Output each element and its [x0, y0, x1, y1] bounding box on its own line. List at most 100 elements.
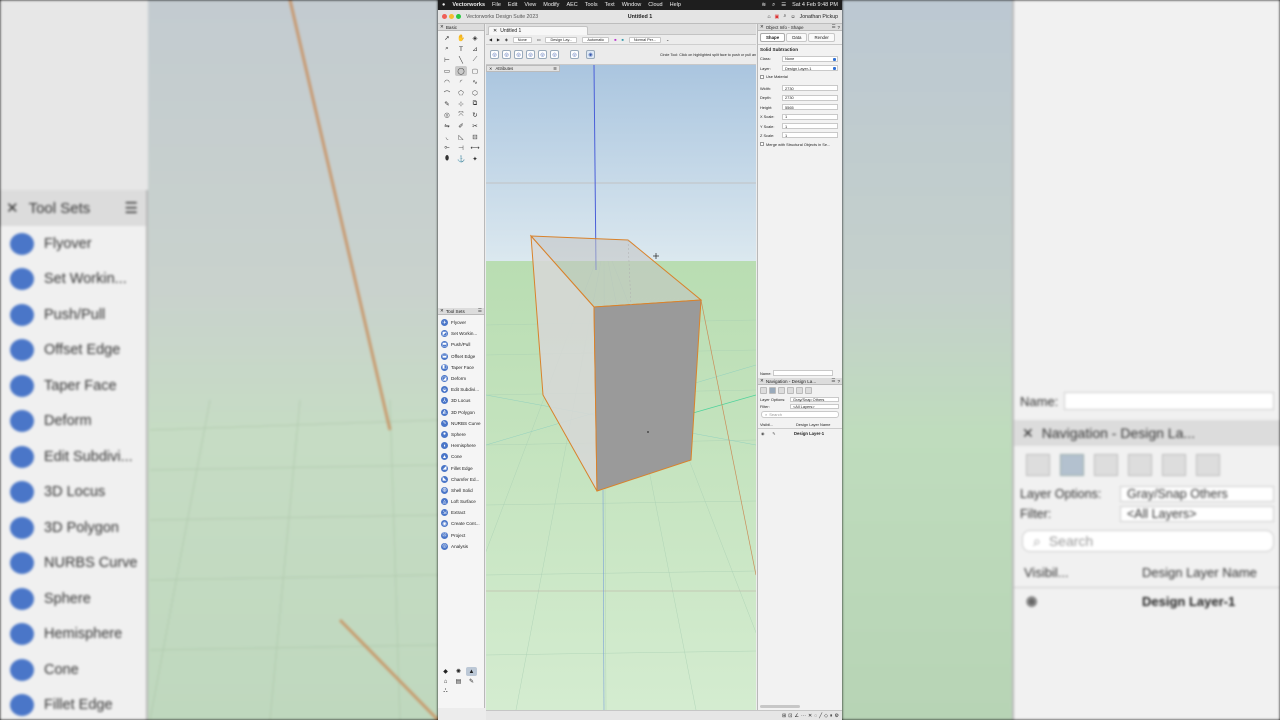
control-center-icon[interactable]: ☰	[781, 2, 786, 8]
selection-tool-icon[interactable]: ➚	[441, 33, 453, 43]
pause-icon[interactable]: ⏸	[830, 713, 833, 719]
tab-data[interactable]: Data	[786, 33, 808, 42]
menu-view[interactable]: View	[524, 2, 536, 8]
tool-set-item[interactable]: ◉ Create Cont...	[438, 518, 484, 529]
snap-tangent-icon[interactable]: ◌	[814, 713, 817, 719]
tool-set-item[interactable]: ⅄ 3D Locus	[438, 395, 484, 406]
tool-set-item[interactable]: ◎ Analysis	[438, 541, 484, 552]
wifi-icon[interactable]: ≋	[762, 2, 767, 8]
class-icon[interactable]: ◈	[505, 37, 508, 42]
eye-icon[interactable]: ◉ ✎	[761, 431, 794, 436]
tangent-mode-icon[interactable]: ◎	[570, 50, 579, 59]
layer-row[interactable]: ◉ ✎ Design Layer-1	[758, 429, 842, 437]
menu-modify[interactable]: Modify	[543, 2, 559, 8]
projection-icon[interactable]: ■	[622, 38, 624, 42]
paint-tool-icon[interactable]: ⬮	[441, 154, 453, 164]
snap-working-plane-icon[interactable]: ◇	[824, 713, 828, 719]
site-planning-set-icon[interactable]: ⛬	[440, 687, 451, 696]
tool-set-item[interactable]: ⬙ Edit Subdivi...	[438, 384, 484, 395]
offset-tool-icon[interactable]: ⧉	[469, 99, 481, 109]
close-window-button[interactable]	[442, 14, 447, 19]
spiral-tool-icon[interactable]: ◎	[441, 110, 453, 120]
close-icon[interactable]: ✕	[760, 378, 764, 384]
freehand-tool-icon[interactable]: ∿	[469, 77, 481, 87]
render-mode-dropdown[interactable]: Automatic	[582, 36, 610, 43]
viewport-canvas[interactable]	[486, 65, 756, 710]
help-icon[interactable]: ?	[837, 379, 840, 384]
tool-set-item[interactable]: ⬓ Offset Edge	[438, 351, 484, 362]
pan-tool-icon[interactable]: ✋	[455, 33, 467, 43]
layer-dropdown[interactable]: Design Lay...	[545, 36, 578, 43]
fillet-tool-icon[interactable]: ◟	[441, 132, 453, 142]
arc-line-tool-icon[interactable]: ⟋	[469, 55, 481, 65]
notification-icon[interactable]: ▣	[775, 14, 780, 20]
layer-visibility-icon[interactable]: ▭	[537, 37, 541, 42]
tool-set-item[interactable]: ◬ Loft Surface	[438, 496, 484, 507]
filter-select[interactable]: <All Layers>	[790, 404, 839, 409]
home-icon[interactable]: ⌂	[767, 14, 770, 20]
snap-edge-icon[interactable]: ╱	[819, 713, 822, 719]
zoom-tool-icon[interactable]: ⌕	[441, 44, 453, 54]
menu-icon[interactable]: ☰	[832, 24, 836, 30]
split-tool-icon[interactable]: ✂	[469, 121, 481, 131]
chamfer-tool-icon[interactable]: ◺	[455, 132, 467, 142]
pencil-tool-icon[interactable]: ✐	[455, 121, 467, 131]
depth-field[interactable]: 2730	[782, 94, 838, 101]
class-select[interactable]: None	[782, 55, 838, 62]
tool-set-item[interactable]: ▲ Cone	[438, 451, 484, 462]
layer-select[interactable]: Design Layer-1	[782, 65, 838, 72]
menu-window[interactable]: Window	[622, 2, 642, 8]
tool-set-item[interactable]: ∿ NURBS Curve	[438, 418, 484, 429]
drawing-viewport[interactable]	[486, 65, 756, 710]
tool-set-item[interactable]: ✈ Flyover	[438, 317, 484, 328]
3d-modeling-set-icon[interactable]: ▲	[466, 667, 477, 676]
tool-set-item[interactable]: ◪ Deform	[438, 373, 484, 384]
menu-app-name[interactable]: Vectorworks	[452, 2, 485, 8]
layer-options-select[interactable]: Gray/Snap Others	[790, 397, 839, 402]
line-tool-icon[interactable]: ╲	[455, 55, 467, 65]
tab-shape[interactable]: Shape	[760, 33, 786, 42]
radius-mode-icon[interactable]: ◎	[526, 50, 535, 59]
building-shell-set-icon[interactable]: ⌂	[440, 677, 451, 686]
forward-icon[interactable]: ▶	[497, 37, 500, 42]
sub-face-mode-icon[interactable]: ◎	[502, 50, 511, 59]
render-icon[interactable]: ■	[614, 38, 616, 42]
tool-set-item[interactable]: ◖ Hemisphere	[438, 440, 484, 451]
classes-tab-icon[interactable]	[760, 387, 767, 394]
menu-icon[interactable]: ☰	[478, 308, 482, 314]
extrude-mode-icon[interactable]: ◎	[514, 50, 523, 59]
flyover-tool-icon[interactable]: ◈	[469, 33, 481, 43]
polyline-tool-icon[interactable]: ⌒	[441, 88, 453, 98]
y-scale-field[interactable]: 1	[782, 123, 838, 130]
height-field[interactable]: 5565	[782, 104, 838, 111]
horizontal-scrollbar[interactable]	[760, 705, 800, 708]
close-icon[interactable]: ✕	[440, 24, 444, 30]
snap-angle-icon[interactable]: ∠	[794, 713, 798, 719]
menu-edit[interactable]: Edit	[508, 2, 517, 8]
circle-tool-mode-icon[interactable]: ◉	[586, 50, 595, 59]
magic-wand-tool-icon[interactable]: ✦	[469, 154, 481, 164]
visibility-column-header[interactable]: Visibil...	[760, 422, 796, 427]
help-icon[interactable]: ?	[838, 25, 840, 30]
menu-text[interactable]: Text	[605, 2, 615, 8]
eyedropper-tool-icon[interactable]: ✎	[441, 99, 453, 109]
menu-help[interactable]: Help	[670, 2, 681, 8]
box-front-face[interactable]	[593, 299, 702, 492]
layer-search-input[interactable]: ⌕ Search	[761, 411, 839, 418]
attribute-mapping-tool-icon[interactable]: ⊹	[455, 99, 467, 109]
tool-set-item[interactable]: ◭ 3D Polygon	[438, 407, 484, 418]
push-pull-mode-icon[interactable]: ◎	[490, 50, 499, 59]
close-icon[interactable]: ✕	[489, 66, 493, 71]
zoom-window-button[interactable]	[456, 14, 461, 19]
visualization-set-icon[interactable]: ✺	[453, 667, 464, 676]
quarter-arc-tool-icon[interactable]: ◜	[455, 77, 467, 87]
snap-distance-icon[interactable]: ⋯	[801, 713, 806, 719]
mirror-tool-icon[interactable]: ⇋	[441, 121, 453, 131]
menu-cloud[interactable]: Cloud	[648, 2, 662, 8]
tab-untitled-1[interactable]: ✕ Untitled 1	[488, 26, 588, 35]
rectangle-tool-icon[interactable]: ▭	[441, 66, 453, 76]
saved-views-tab-icon[interactable]	[796, 387, 803, 394]
gear-icon[interactable]: ⚙	[835, 713, 839, 719]
name-field[interactable]	[773, 370, 834, 376]
snap-grid-icon[interactable]: ⊞	[782, 713, 786, 719]
